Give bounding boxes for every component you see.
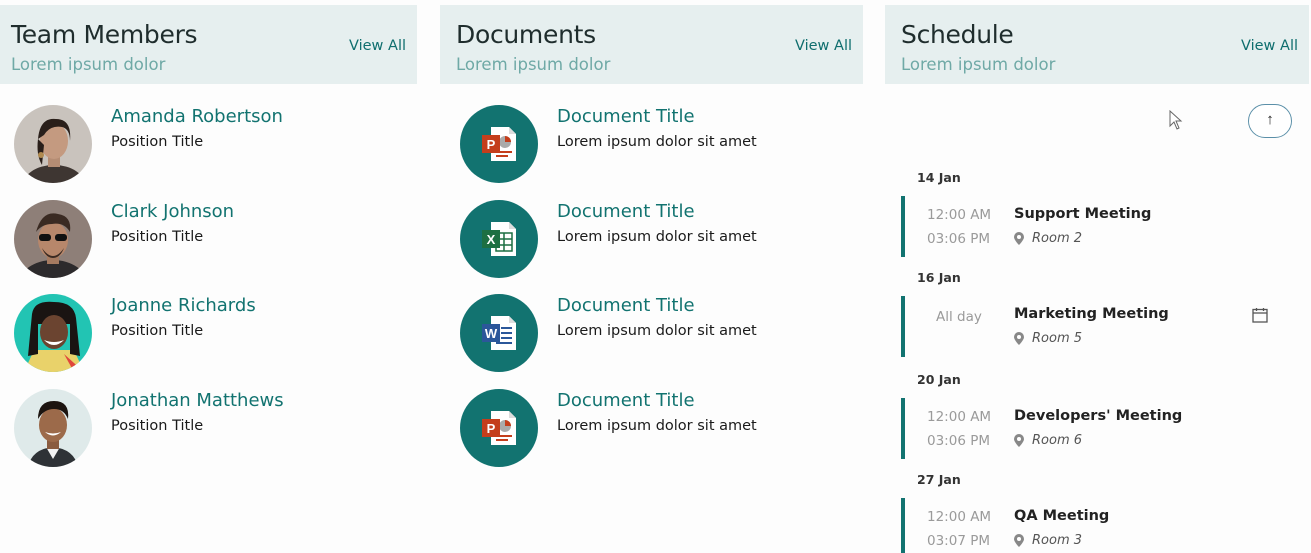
- view-all-schedule-link[interactable]: View All: [1241, 38, 1298, 54]
- document-description: Lorem ipsum dolor sit amet: [557, 418, 757, 434]
- event-location: Room 5: [1032, 331, 1083, 346]
- view-all-team-link[interactable]: View All: [349, 38, 406, 54]
- member-name: Clark Johnson: [111, 201, 235, 222]
- schedule-event[interactable]: All day Marketing Meeting Room 5: [901, 296, 1301, 357]
- svg-text:P: P: [487, 421, 496, 436]
- svg-text:P: P: [487, 137, 496, 152]
- team-members-header: Team Members Lorem ipsum dolor View All: [0, 5, 417, 84]
- location-pin-icon: [1014, 434, 1024, 447]
- event-accent-bar: [901, 398, 905, 459]
- schedule-event[interactable]: 12:00 AM 03:06 PM Developers' Meeting Ro…: [901, 398, 1301, 459]
- member-name: Amanda Robertson: [111, 106, 283, 127]
- event-location: Room 2: [1032, 231, 1083, 246]
- document-description: Lorem ipsum dolor sit amet: [557, 323, 757, 339]
- excel-icon: X: [482, 222, 516, 256]
- event-title: QA Meeting: [1014, 508, 1110, 524]
- document-avatar: W: [460, 294, 538, 372]
- avatar: [14, 105, 92, 183]
- date-label: 14 Jan: [917, 170, 961, 185]
- event-all-day: All day: [936, 309, 982, 325]
- avatar: [14, 294, 92, 372]
- powerpoint-icon: P: [482, 127, 516, 161]
- event-title: Support Meeting: [1014, 206, 1152, 222]
- document-avatar: P: [460, 105, 538, 183]
- document-item[interactable]: P Document Title Lorem ipsum dolor sit a…: [440, 389, 863, 469]
- arrow-up-icon: ↑: [1266, 111, 1274, 128]
- panel-subtitle: Lorem ipsum dolor: [456, 55, 611, 74]
- calendar-icon[interactable]: [1252, 307, 1268, 323]
- member-position: Position Title: [111, 323, 204, 339]
- location-pin-icon: [1014, 232, 1024, 245]
- document-item[interactable]: W Document Title Lorem ipsum dolor sit a…: [440, 294, 863, 374]
- date-label: 27 Jan: [917, 472, 961, 487]
- document-title: Document Title: [557, 106, 695, 127]
- mouse-cursor-icon: [1169, 110, 1183, 130]
- event-start-time: 12:00 AM: [927, 509, 992, 525]
- member-name: Jonathan Matthews: [111, 390, 284, 411]
- event-accent-bar: [901, 296, 905, 357]
- document-item[interactable]: P Document Title Lorem ipsum dolor sit a…: [440, 105, 863, 185]
- svg-text:X: X: [487, 232, 496, 247]
- scroll-up-button[interactable]: ↑: [1248, 104, 1292, 138]
- event-start-time: 12:00 AM: [927, 207, 992, 223]
- schedule-event[interactable]: 12:00 AM 03:06 PM Support Meeting Room 2: [901, 196, 1301, 257]
- event-accent-bar: [901, 196, 905, 257]
- documents-panel: Documents Lorem ipsum dolor View All P D…: [440, 5, 863, 467]
- panel-title: Schedule: [901, 20, 1014, 49]
- member-position: Position Title: [111, 418, 204, 434]
- panel-subtitle: Lorem ipsum dolor: [11, 55, 166, 74]
- team-member-item[interactable]: Jonathan Matthews Position Title: [0, 389, 417, 469]
- document-description: Lorem ipsum dolor sit amet: [557, 229, 757, 245]
- event-end-time: 03:06 PM: [927, 433, 990, 449]
- event-end-time: 03:07 PM: [927, 533, 990, 549]
- svg-text:W: W: [485, 326, 498, 341]
- event-start-time: 12:00 AM: [927, 409, 992, 425]
- document-title: Document Title: [557, 390, 695, 411]
- view-all-documents-link[interactable]: View All: [795, 38, 852, 54]
- team-member-item[interactable]: Amanda Robertson Position Title: [0, 105, 417, 185]
- word-icon: W: [482, 316, 516, 350]
- avatar: [14, 389, 92, 467]
- panel-subtitle: Lorem ipsum dolor: [901, 55, 1056, 74]
- member-name: Joanne Richards: [111, 295, 256, 316]
- panel-title: Documents: [456, 20, 596, 49]
- event-title: Marketing Meeting: [1014, 306, 1169, 322]
- schedule-event[interactable]: 12:00 AM 03:07 PM QA Meeting Room 3: [901, 498, 1301, 553]
- team-member-item[interactable]: Clark Johnson Position Title: [0, 200, 417, 280]
- panel-title: Team Members: [11, 20, 198, 49]
- document-title: Document Title: [557, 201, 695, 222]
- schedule-header: Schedule Lorem ipsum dolor View All: [885, 5, 1309, 84]
- event-location: Room 6: [1032, 433, 1083, 448]
- powerpoint-icon: P: [482, 411, 516, 445]
- date-label: 16 Jan: [917, 270, 961, 285]
- team-member-item[interactable]: Joanne Richards Position Title: [0, 294, 417, 374]
- document-title: Document Title: [557, 295, 695, 316]
- document-description: Lorem ipsum dolor sit amet: [557, 134, 757, 150]
- schedule-panel: Schedule Lorem ipsum dolor View All ↑ 14…: [885, 5, 1309, 553]
- location-pin-icon: [1014, 332, 1024, 345]
- member-position: Position Title: [111, 229, 204, 245]
- member-position: Position Title: [111, 134, 204, 150]
- event-location: Room 3: [1032, 533, 1083, 548]
- event-title: Developers' Meeting: [1014, 408, 1183, 424]
- location-pin-icon: [1014, 534, 1024, 547]
- event-accent-bar: [901, 498, 905, 553]
- document-avatar: X: [460, 200, 538, 278]
- document-avatar: P: [460, 389, 538, 467]
- avatar: [14, 200, 92, 278]
- event-end-time: 03:06 PM: [927, 231, 990, 247]
- team-members-panel: Team Members Lorem ipsum dolor View All …: [0, 5, 417, 467]
- documents-header: Documents Lorem ipsum dolor View All: [440, 5, 863, 84]
- date-label: 20 Jan: [917, 372, 961, 387]
- document-item[interactable]: X Document Title Lorem ipsum dolor sit a…: [440, 200, 863, 280]
